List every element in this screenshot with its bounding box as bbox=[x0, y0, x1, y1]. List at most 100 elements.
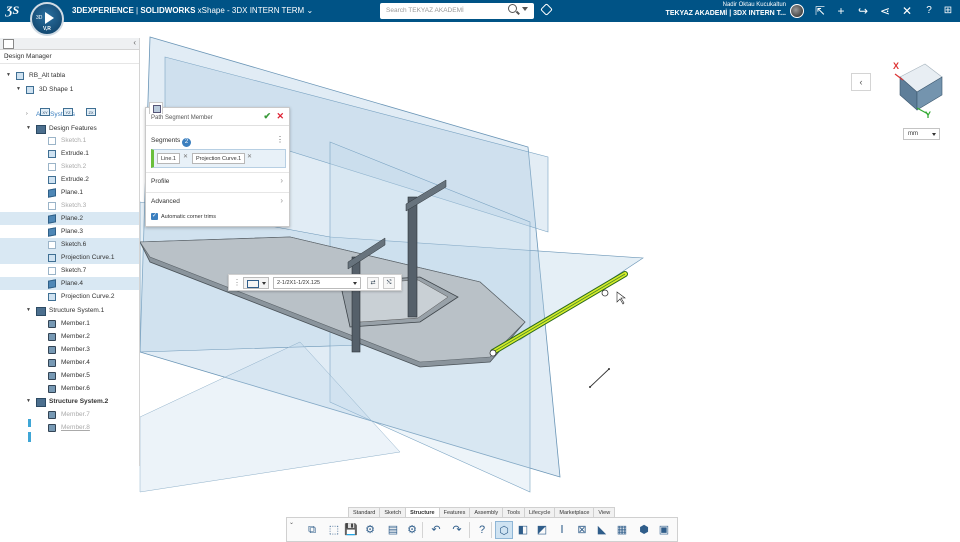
segment-chip[interactable]: Projection Curve.1 bbox=[192, 153, 246, 164]
ok-button[interactable]: ✔ bbox=[263, 111, 271, 122]
tree-tab-icon[interactable] bbox=[3, 39, 14, 49]
axis-zx-icon[interactable]: ZX bbox=[86, 108, 96, 116]
tree-item[interactable]: Sketch.6 bbox=[0, 238, 139, 251]
tree-item[interactable]: Member.5 bbox=[0, 369, 139, 382]
tree-item[interactable]: Projection Curve.1 bbox=[0, 251, 139, 264]
more-icon[interactable]: ⋮ bbox=[4, 53, 135, 61]
tab-sketch[interactable]: Sketch bbox=[379, 507, 407, 517]
network-icon[interactable]: ⋖ bbox=[878, 3, 892, 19]
share-icon[interactable]: ⇱ bbox=[813, 3, 827, 19]
axis-xy-icon[interactable]: XY bbox=[40, 108, 50, 116]
profile-size-select[interactable]: 2-1/2X1-1/2X.125 bbox=[273, 277, 361, 289]
segments-selection-box[interactable]: Line.1 ✕ Projection Curve.1 ✕ bbox=[151, 149, 286, 168]
post-2[interactable] bbox=[351, 256, 361, 353]
redo-icon[interactable]: ↷ bbox=[448, 521, 466, 539]
member-3d-icon[interactable]: ◧ bbox=[514, 521, 532, 539]
chevron-right-icon[interactable]: › bbox=[26, 108, 28, 121]
tree-item[interactable]: Sketch.1 bbox=[0, 134, 139, 147]
app-title[interactable]: 3DEXPERIENCE | SOLIDWORKS xShape - 3DX I… bbox=[72, 6, 313, 15]
help-icon[interactable]: ? bbox=[922, 3, 936, 19]
compass-icon[interactable]: 3D V,R bbox=[30, 2, 64, 36]
tools-icon[interactable]: ✕ bbox=[900, 3, 914, 19]
profile-flip-icon[interactable]: ⤭ bbox=[383, 277, 395, 289]
view-cube[interactable] bbox=[894, 63, 943, 115]
tree-item[interactable]: Extrude.2 bbox=[0, 173, 139, 186]
corner-trims-checkbox[interactable]: ✓ bbox=[151, 213, 158, 220]
tree-item[interactable]: Plane.3 bbox=[0, 225, 139, 238]
tab-standard[interactable]: Standard bbox=[348, 507, 381, 517]
chevron-right-icon[interactable]: › bbox=[280, 196, 283, 205]
properties-icon[interactable]: ▤ bbox=[384, 521, 402, 539]
tree-item[interactable]: Member.8 bbox=[0, 421, 139, 434]
profile-section[interactable]: Profile bbox=[151, 178, 169, 185]
tree-item[interactable]: Sketch.2 bbox=[0, 160, 139, 173]
segment-endpoint-end[interactable] bbox=[601, 289, 609, 297]
tree-item[interactable]: Plane.4 bbox=[0, 277, 139, 290]
3d-viewport[interactable]: X Y bbox=[0, 22, 960, 542]
save-icon[interactable]: 💾 bbox=[342, 521, 360, 539]
axis-yz-icon[interactable]: YZ bbox=[63, 108, 73, 116]
profile-orientation-icon[interactable]: ⇄ bbox=[367, 277, 379, 289]
tree-item[interactable]: ▼ RB_Alt tabla bbox=[0, 69, 139, 82]
3d-scene[interactable] bbox=[0, 22, 960, 542]
tree-item[interactable]: Extrude.1 bbox=[0, 147, 139, 160]
tree-item[interactable]: ▼ Structure System.2 bbox=[0, 395, 139, 408]
help-icon[interactable]: ? bbox=[473, 521, 491, 539]
back-button[interactable]: ‹ bbox=[851, 73, 871, 91]
tab-structure[interactable]: Structure bbox=[405, 507, 440, 517]
dialog-tab-icon[interactable] bbox=[149, 102, 163, 114]
tree-item[interactable]: Member.7 bbox=[0, 408, 139, 421]
tree-item[interactable]: Member.6 bbox=[0, 382, 139, 395]
search-dropdown-icon[interactable] bbox=[522, 7, 528, 11]
end-cap-icon[interactable]: ◩ bbox=[533, 521, 551, 539]
settings-icon[interactable]: ⚙ bbox=[361, 521, 379, 539]
units-select[interactable]: mm bbox=[903, 128, 940, 140]
forward-icon[interactable]: ↪ bbox=[856, 3, 870, 19]
remove-segment-icon[interactable]: ✕ bbox=[247, 153, 252, 160]
post-1[interactable] bbox=[407, 196, 418, 318]
profile-shape-dropdown[interactable] bbox=[243, 277, 269, 289]
segment-chip[interactable]: Line.1 bbox=[157, 153, 180, 164]
tree-item[interactable]: ▼ 3D Shape 1 bbox=[0, 83, 139, 96]
search-icon[interactable] bbox=[508, 4, 517, 13]
tab-view[interactable]: View bbox=[593, 507, 616, 517]
expand-toolbar-icon[interactable]: ⌄ bbox=[289, 519, 294, 526]
sketch-line[interactable] bbox=[589, 368, 610, 388]
tree-item[interactable]: Member.1 bbox=[0, 317, 139, 330]
tree-item[interactable]: Member.3 bbox=[0, 343, 139, 356]
segments-menu-icon[interactable]: ⋮ bbox=[276, 135, 284, 144]
tag-icon[interactable] bbox=[540, 3, 553, 16]
tree-item[interactable]: Member.2 bbox=[0, 330, 139, 343]
tab-lifecycle[interactable]: Lifecycle bbox=[524, 507, 556, 517]
tree-item[interactable]: Member.4 bbox=[0, 356, 139, 369]
tree-item[interactable]: Projection Curve.2 bbox=[0, 290, 139, 303]
add-icon[interactable]: + bbox=[834, 3, 848, 19]
tree-item[interactable]: Plane.1 bbox=[0, 186, 139, 199]
grid-icon[interactable]: ⊞ bbox=[941, 3, 955, 19]
tab-tools[interactable]: Tools bbox=[502, 507, 526, 517]
gusset-icon[interactable]: ◣ bbox=[593, 521, 611, 539]
weld-icon[interactable]: ▦ bbox=[613, 521, 631, 539]
tab-assembly[interactable]: Assembly bbox=[469, 507, 504, 517]
drag-handle-icon[interactable]: ⋮ bbox=[233, 278, 241, 287]
tab-features[interactable]: Features bbox=[438, 507, 471, 517]
profile-icon[interactable]: Ⅰ bbox=[553, 521, 571, 539]
cancel-button[interactable]: ✕ bbox=[276, 111, 284, 122]
remove-segment-icon[interactable]: ✕ bbox=[183, 153, 188, 160]
member-icon[interactable]: ⬚ bbox=[325, 521, 343, 539]
plate-icon[interactable]: ▣ bbox=[655, 521, 673, 539]
tree-item[interactable]: Sketch.3 bbox=[0, 199, 139, 212]
gear-icon[interactable]: ⚙ bbox=[403, 521, 421, 539]
avatar[interactable] bbox=[790, 4, 804, 18]
trim-icon[interactable]: ⊠ bbox=[573, 521, 591, 539]
tree-item[interactable]: Sketch.7 bbox=[0, 264, 139, 277]
advanced-section[interactable]: Advanced bbox=[151, 198, 180, 205]
workspace-name[interactable]: TEKYAZ AKADEMİ | 3DX INTERN T... bbox=[666, 10, 786, 17]
cut-list-icon[interactable]: ⬢ bbox=[635, 521, 653, 539]
path-segment-icon[interactable]: ⬡ bbox=[495, 521, 513, 539]
chevron-down-icon[interactable]: ▼ bbox=[26, 304, 31, 317]
tree-item[interactable]: ▼ Structure System.1 bbox=[0, 304, 139, 317]
chevron-down-icon[interactable]: ▼ bbox=[26, 395, 31, 408]
structure-system-icon[interactable]: ⧉ bbox=[303, 521, 321, 539]
chevron-down-icon[interactable]: ⌄ bbox=[306, 6, 313, 15]
